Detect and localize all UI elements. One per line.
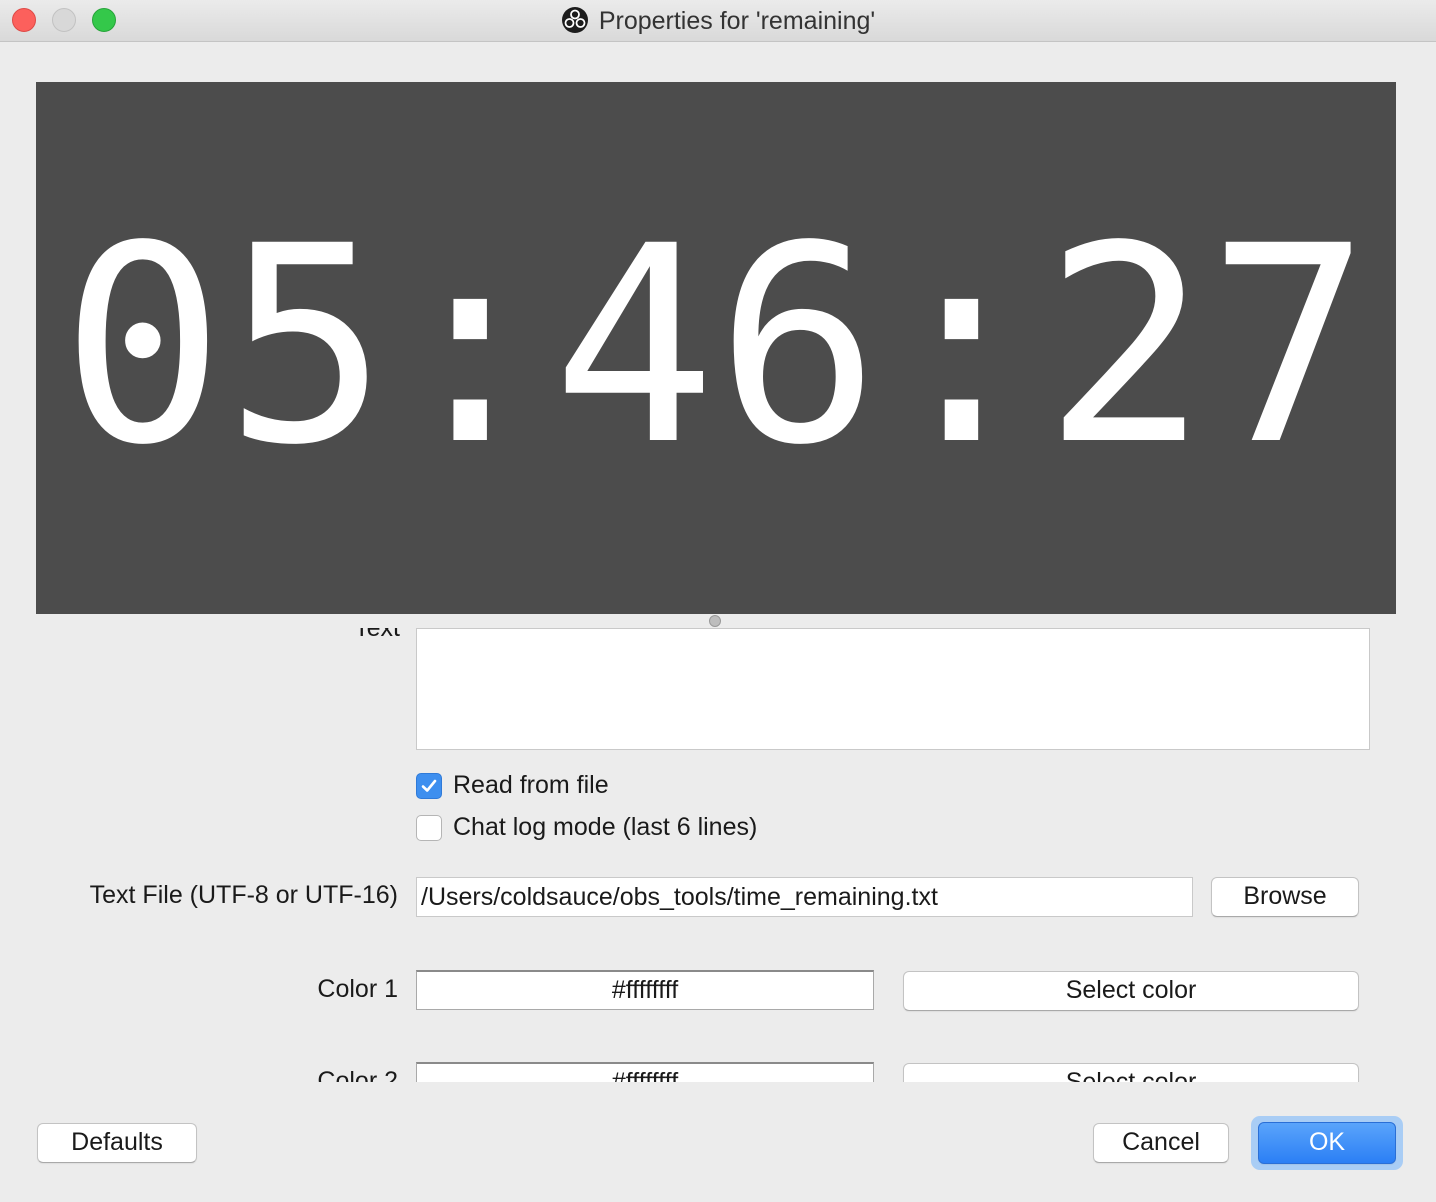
color2-select-button[interactable]: Select color	[903, 1063, 1359, 1082]
chat-log-mode-checkbox[interactable]	[416, 815, 442, 841]
properties-panel: Text Read from file Chat log mode (last …	[0, 628, 1436, 1082]
read-from-file-checkbox[interactable]	[416, 773, 442, 799]
color2-label: Color 2	[317, 1067, 398, 1082]
text-file-path-input[interactable]: /Users/coldsauce/obs_tools/time_remainin…	[416, 877, 1193, 917]
browse-button[interactable]: Browse	[1211, 877, 1359, 917]
read-from-file-label[interactable]: Read from file	[453, 771, 609, 800]
source-preview: 05:46:27	[36, 82, 1396, 614]
cancel-button[interactable]: Cancel	[1093, 1123, 1229, 1163]
color1-label: Color 1	[317, 975, 398, 1003]
color1-select-button[interactable]: Select color	[903, 971, 1359, 1011]
window-title-group: Properties for 'remaining'	[0, 6, 1436, 41]
ok-button[interactable]: OK	[1258, 1122, 1396, 1164]
color1-value: #ffffffff	[416, 970, 874, 1010]
splitter-handle[interactable]	[709, 615, 721, 627]
window-title: Properties for 'remaining'	[598, 7, 876, 35]
defaults-button[interactable]: Defaults	[37, 1123, 197, 1163]
checkmark-icon	[421, 779, 437, 792]
text-label: Text	[354, 628, 400, 642]
chat-log-mode-label[interactable]: Chat log mode (last 6 lines)	[453, 813, 757, 842]
text-file-label: Text File (UTF-8 or UTF-16)	[89, 881, 398, 909]
obs-logo-icon	[561, 6, 589, 41]
preview-text: 05:46:27	[60, 189, 1372, 505]
text-input[interactable]	[416, 628, 1370, 750]
title-bar[interactable]: Properties for 'remaining'	[0, 0, 1436, 42]
color2-value: #ffffffff	[416, 1062, 874, 1082]
